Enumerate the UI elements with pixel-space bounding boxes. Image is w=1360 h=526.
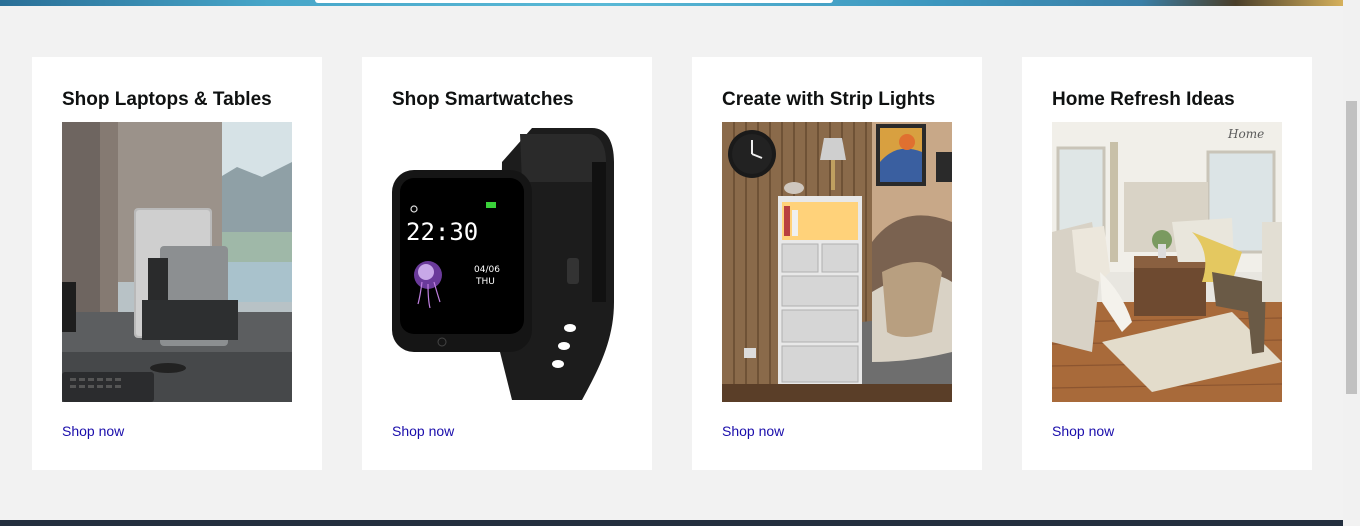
top-banner [0,0,1343,6]
shop-now-link[interactable]: Shop now [392,423,454,439]
card-title: Shop Smartwatches [392,89,574,110]
strip-lights-bedroom-image[interactable] [722,122,952,402]
smartwatch-image[interactable]: 22:30 04/06 THU [392,122,622,402]
home-wall-sign: Home [1227,127,1264,141]
watch-date-text: 04/06 [474,265,500,275]
watch-time-text: 22:30 [406,218,478,246]
card-title: Shop Laptops & Tables [62,89,272,110]
shop-now-link[interactable]: Shop now [62,423,124,439]
laptop-stand-image[interactable] [62,122,292,402]
search-bar-edge[interactable] [315,0,833,3]
footer-strip [0,520,1343,526]
shop-now-link[interactable]: Shop now [722,423,784,439]
scrollbar-thumb[interactable] [1346,101,1357,394]
card-smartwatches: Shop Smartwatches 22:30 04/06 THU Shop n… [362,57,652,470]
card-title: Create with Strip Lights [722,89,936,110]
living-room-image[interactable]: Home [1052,122,1282,402]
card-strip-lights: Create with Strip Lights Shop now [692,57,982,470]
card-home-refresh: Home Refresh Ideas Home Shop now [1022,57,1312,470]
shop-now-link[interactable]: Shop now [1052,423,1114,439]
card-title: Home Refresh Ideas [1052,89,1235,110]
card-laptops: Shop Laptops & Tables Shop now [32,57,322,470]
watch-day-text: THU [475,277,495,287]
